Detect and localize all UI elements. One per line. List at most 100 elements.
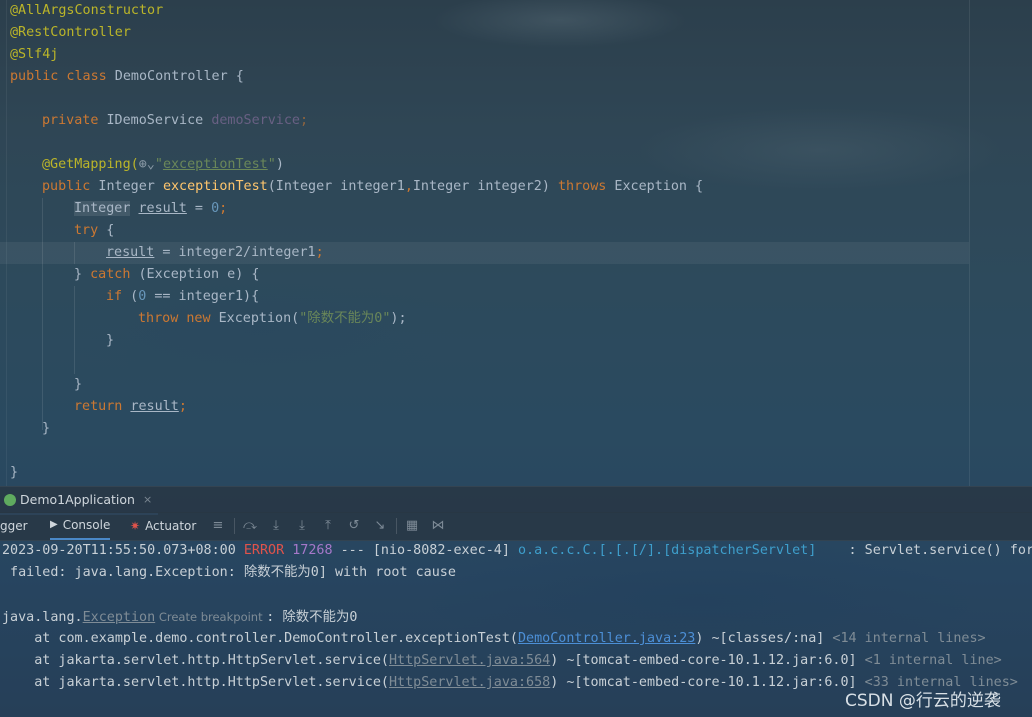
keyword-token: throw: [138, 311, 179, 326]
console-line: at jakarta.servlet.http.HttpServlet.serv…: [2, 650, 1002, 672]
stack-frame-text: at jakarta.servlet.http.HttpServlet.serv…: [2, 653, 389, 668]
keyword-token: new: [186, 311, 211, 326]
keyword-token: public: [42, 179, 91, 194]
code-line-20: }: [42, 418, 50, 440]
keyword-token: catch: [90, 267, 131, 282]
log-level: ERROR: [243, 543, 285, 558]
code-text: );: [390, 311, 407, 326]
stack-frame-text: ) ~[tomcat-embed-core-10.1.12.jar:6.0]: [550, 653, 865, 668]
stack-frame-text: ) ~[tomcat-embed-core-10.1.12.jar:6.0]: [550, 675, 865, 690]
run-to-cursor-icon[interactable]: ↘: [372, 518, 388, 534]
code-text: Exception {: [606, 179, 704, 194]
trace-icon[interactable]: ⋈: [430, 518, 446, 534]
code-line-6: private IDemoService demoService;: [42, 110, 308, 132]
tab-actuator-label: Actuator: [145, 519, 197, 533]
variable-token: result: [106, 245, 155, 260]
force-step-into-icon[interactable]: ⤓: [294, 518, 310, 534]
method-name-token: exceptionTest: [162, 179, 268, 194]
step-out-icon[interactable]: ⤒: [320, 518, 336, 534]
log-message: failed: java.lang.Exception: 除数不能为0] wit…: [2, 565, 456, 580]
code-text: Exception(: [210, 311, 300, 326]
actuator-icon: ✷: [130, 519, 141, 533]
spring-boot-app-icon: [4, 494, 16, 506]
evaluate-expression-icon[interactable]: ▦: [404, 518, 420, 534]
code-text: (: [122, 289, 139, 304]
indent-guide: [74, 242, 75, 264]
code-line-16: }: [106, 330, 114, 352]
code-text: }: [42, 421, 51, 436]
web-endpoint-icon[interactable]: ⊕⌄: [139, 157, 155, 172]
string-quote: ": [154, 157, 163, 172]
annotation-token: @RestController: [10, 25, 131, 40]
menu-icon[interactable]: ≡: [210, 518, 226, 534]
semicolon-token: ;: [178, 399, 187, 414]
code-text: ): [275, 157, 284, 172]
code-text: }: [74, 377, 83, 392]
code-text: == integer1){: [146, 289, 260, 304]
run-tab-label: Demo1Application: [20, 492, 135, 507]
string-token: "除数不能为0": [299, 311, 391, 326]
code-line-3: @Slf4j: [10, 44, 58, 66]
log-text: ---: [332, 543, 373, 558]
code-text: (Integer integer1: [267, 179, 405, 194]
code-line-14: if (0 == integer1){: [106, 286, 259, 308]
internal-lines-fold[interactable]: <14 internal lines>: [832, 631, 985, 646]
code-text: Integer integer2): [412, 179, 558, 194]
drop-frame-icon[interactable]: ↺: [346, 518, 362, 534]
exception-class-link[interactable]: Exception: [83, 610, 156, 625]
console-toolbar: gger ▶ Console ✷ Actuator ≡ ⤼ ⤓ ⤓ ⤒ ↺ ↘ …: [0, 512, 1032, 541]
log-text: java.lang.: [2, 610, 83, 625]
code-line-18: }: [74, 374, 82, 396]
console-line: 2023-09-20T11:55:50.073+08:00 ERROR 1726…: [2, 540, 1032, 562]
indent-guide: [74, 286, 75, 374]
code-text: Integer: [90, 179, 163, 194]
tab-console[interactable]: ▶ Console: [50, 512, 111, 540]
close-tab-icon[interactable]: ×: [143, 487, 152, 513]
csdn-watermark: CSDN @行云的逆袭: [845, 691, 1001, 711]
code-editor[interactable]: @AllArgsConstructor @RestController @Slf…: [0, 0, 1032, 486]
code-text: IDemoService: [98, 113, 212, 128]
indent-guide: [42, 198, 43, 430]
annotation-token: @GetMapping(: [42, 157, 139, 172]
step-over-icon[interactable]: ⤼: [242, 518, 258, 534]
code-line-9: public Integer exceptionTest(Integer int…: [42, 176, 703, 198]
code-line-12: result = integer2/integer1;: [106, 242, 324, 264]
code-line-15: throw new Exception("除数不能为0");: [138, 308, 407, 330]
variable-token: result: [138, 201, 187, 216]
tab-debugger-label: gger: [0, 519, 28, 533]
annotation-token: @AllArgsConstructor: [10, 3, 164, 18]
toolbar-separator: [234, 518, 235, 534]
keyword-token: return: [74, 399, 123, 414]
source-link[interactable]: DemoController.java:23: [518, 631, 695, 646]
code-line-11: try {: [74, 220, 114, 242]
keyword-token: try: [74, 223, 99, 238]
mapping-path-link[interactable]: exceptionTest: [163, 157, 268, 172]
code-text: = integer2/integer1: [154, 245, 316, 260]
tab-debugger[interactable]: gger: [0, 512, 28, 540]
source-link[interactable]: HttpServlet.java:658: [389, 675, 550, 690]
log-message: : Servlet.service() for: [816, 543, 1032, 558]
variable-token: result: [130, 399, 179, 414]
tab-actuator[interactable]: ✷ Actuator: [130, 512, 196, 540]
log-timestamp: 2023-09-20T11:55:50.073+08:00: [2, 543, 244, 558]
source-link[interactable]: HttpServlet.java:564: [389, 653, 550, 668]
tab-console-label: Console: [62, 518, 111, 532]
number-token: 0: [211, 201, 220, 216]
log-logger: o.a.c.c.C.[.[.[/].[dispatcherServlet]: [517, 543, 817, 558]
stack-frame-text: ) ~[classes/:na]: [695, 631, 833, 646]
console-icon: ▶: [50, 519, 58, 530]
code-line-13: } catch (Exception e) {: [74, 264, 259, 286]
annotation-token: @Slf4j: [10, 47, 59, 62]
code-text: {: [98, 223, 115, 238]
log-thread: [nio-8082-exec-4]: [372, 543, 518, 558]
step-into-icon[interactable]: ⤓: [268, 518, 284, 534]
code-line-4: public class DemoController {: [10, 66, 244, 88]
console-line: java.lang.Exception Create breakpoint : …: [2, 606, 357, 628]
internal-lines-fold[interactable]: <1 internal line>: [865, 653, 1002, 668]
create-breakpoint-link[interactable]: Create breakpoint: [155, 610, 266, 624]
semicolon-token: ;: [315, 245, 324, 260]
console-line: failed: java.lang.Exception: 除数不能为0] wit…: [2, 562, 456, 584]
keyword-token: public class: [10, 69, 107, 84]
code-text: (Exception e) {: [130, 267, 260, 282]
